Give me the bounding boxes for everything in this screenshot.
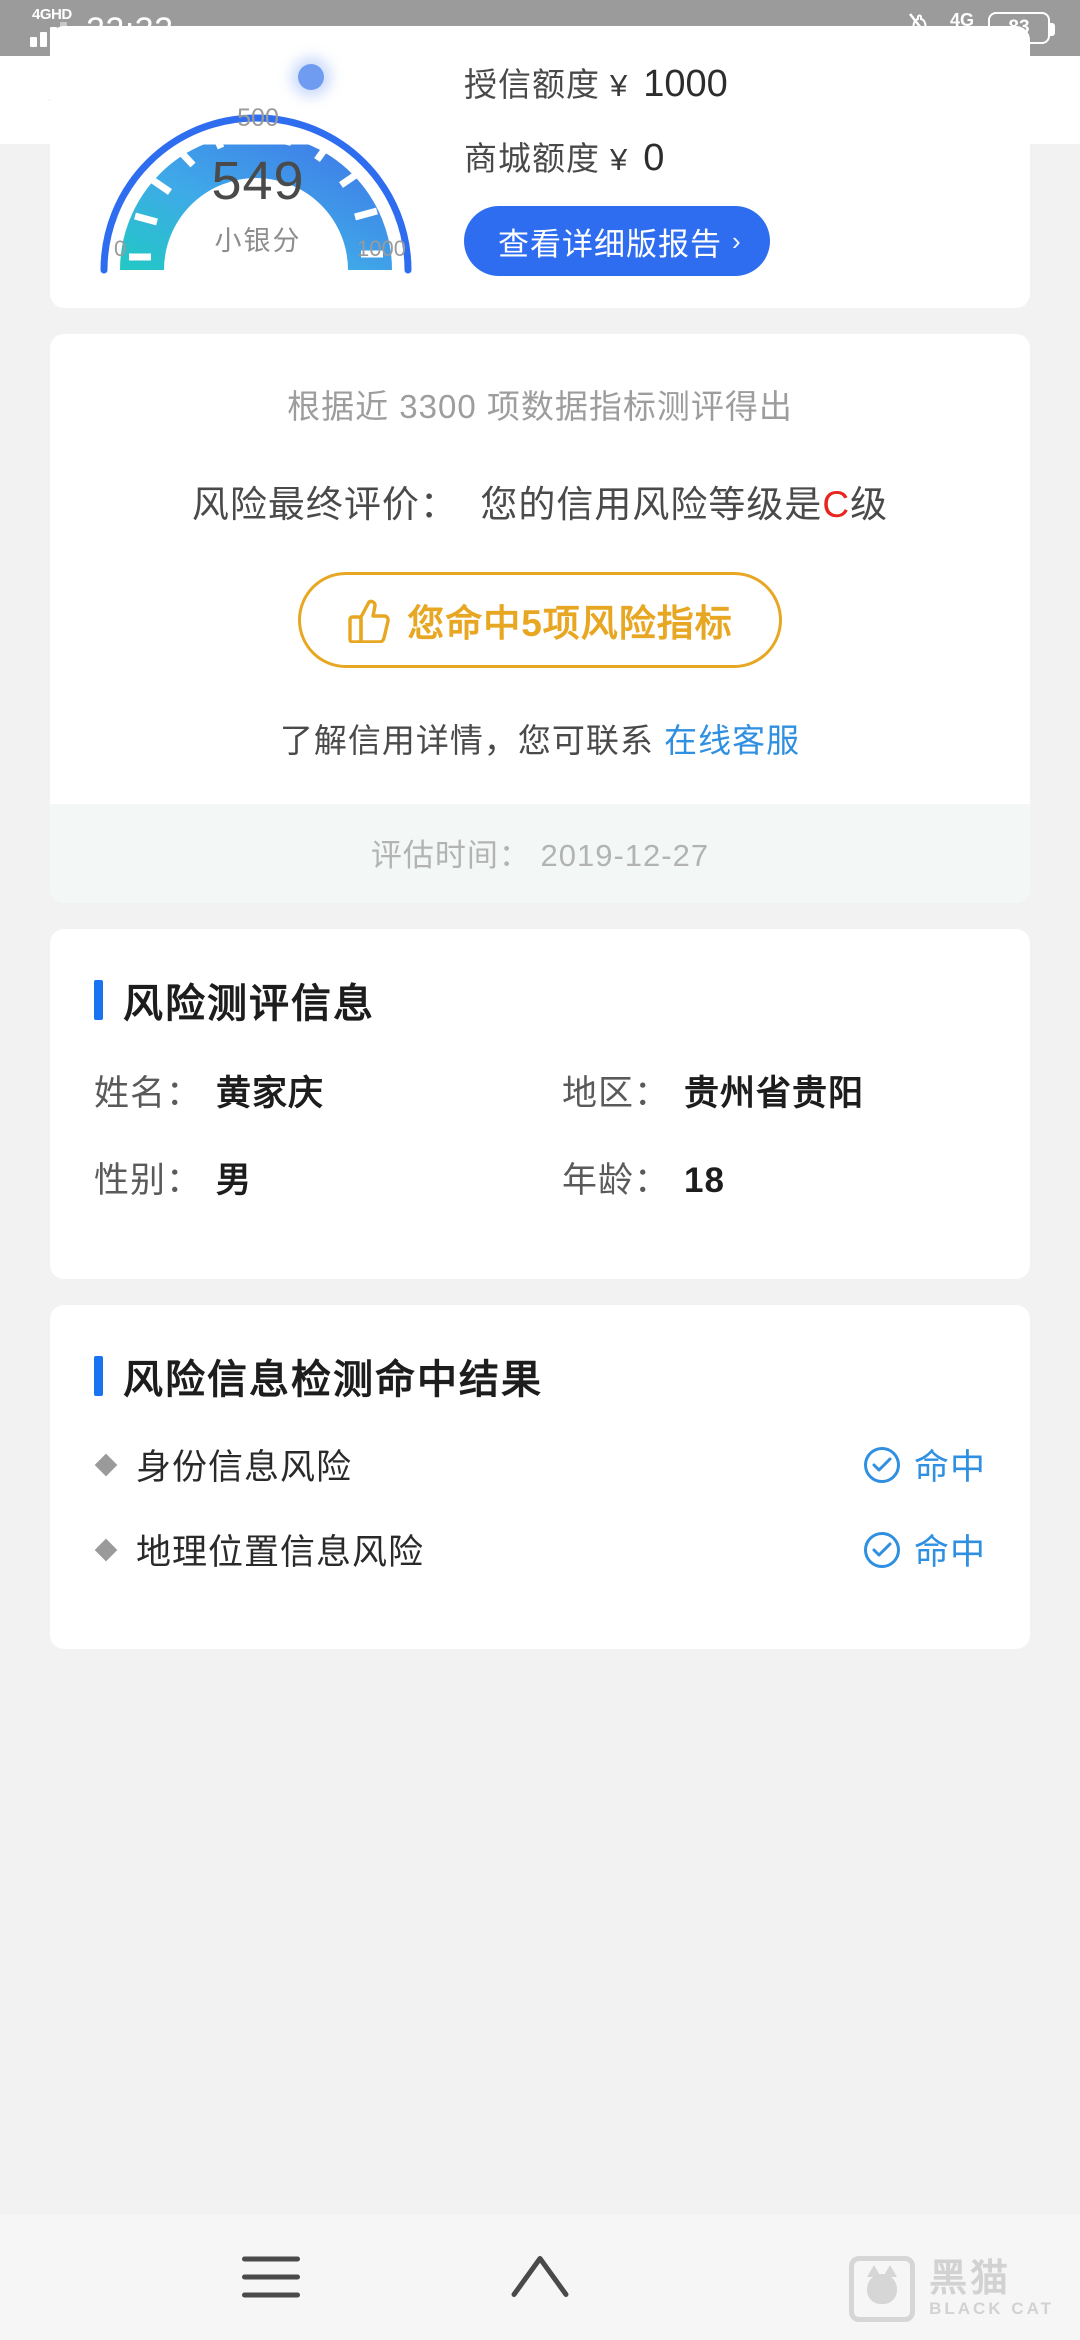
risk-level-badge: C bbox=[822, 484, 851, 525]
credit-score-value: 549 bbox=[211, 151, 305, 211]
info-value: 贵州省贵阳 bbox=[684, 1074, 865, 1113]
hit-item-status-group: 命中 bbox=[863, 1524, 986, 1575]
hit-results-card: 风险信息检测命中结果 身份信息风险 命中 地理位置信息风险 命中 bbox=[50, 1305, 1030, 1649]
hit-item-status: 命中 bbox=[913, 1533, 986, 1572]
info-item-gender: 性别： 男 bbox=[94, 1152, 562, 1203]
info-item-age: 年龄： 18 bbox=[562, 1152, 1030, 1203]
thumbs-up-icon bbox=[347, 597, 391, 643]
home-icon[interactable] bbox=[509, 2251, 571, 2304]
list-item[interactable]: 身份信息风险 命中 bbox=[94, 1439, 986, 1490]
risk-evaluation: 风险最终评价： 您的信用风险等级是C级 bbox=[50, 474, 1030, 528]
hit-item-status: 命中 bbox=[913, 1448, 986, 1487]
risk-indicator-hits-button[interactable]: 您命中5项风险指标 bbox=[298, 572, 782, 668]
scroll-content: 500 549 小银分 0 1000 授信额度 ¥ 1000 商城额度 ¥ 0 … bbox=[0, 0, 1080, 2214]
diamond-bullet-icon bbox=[94, 1453, 118, 1476]
gauge-min-label: 0 bbox=[114, 236, 127, 261]
credit-score-gauge: 500 549 小银分 0 1000 bbox=[58, 42, 458, 292]
hit-item-name: 身份信息风险 bbox=[136, 1448, 353, 1487]
info-key: 地区： bbox=[562, 1074, 671, 1113]
info-key: 性别： bbox=[94, 1161, 203, 1200]
assessment-time-value: 2019-12-27 bbox=[540, 838, 710, 873]
watermark-cn: 黑猫 bbox=[929, 2258, 1012, 2301]
credit-limit-label: 授信额度 bbox=[464, 66, 600, 103]
mall-limit-currency: ¥ bbox=[610, 142, 628, 177]
phone-screen: 4GHD 22:32 4G 83 bbox=[0, 0, 1080, 2340]
diamond-bullet-icon bbox=[94, 1538, 118, 1561]
risk-eval-text: 您的信用风险等级是 bbox=[480, 484, 823, 525]
contact-prefix: 了解信用详情，您可联系 bbox=[279, 722, 654, 759]
assessment-info-header: 风险测评信息 bbox=[50, 971, 1030, 1029]
mall-limit-value: 0 bbox=[643, 137, 665, 179]
assessment-info-title: 风险测评信息 bbox=[123, 982, 375, 1026]
credit-limit-currency: ¥ bbox=[610, 68, 628, 103]
view-detailed-report-button[interactable]: 查看详细版报告 › bbox=[464, 206, 770, 276]
info-value: 黄家庆 bbox=[216, 1074, 325, 1113]
hit-results-header: 风险信息检测命中结果 bbox=[50, 1347, 1030, 1405]
hit-results-title: 风险信息检测命中结果 bbox=[123, 1358, 543, 1402]
watermark-en: BLACK CAT bbox=[929, 2299, 1054, 2319]
risk-subtitle: 根据近 3300 项数据指标测评得出 bbox=[287, 388, 793, 425]
list-item[interactable]: 地理位置信息风险 命中 bbox=[94, 1524, 986, 1575]
risk-indicator-hits-label: 您命中5项风险指标 bbox=[407, 603, 733, 644]
info-value: 18 bbox=[684, 1161, 725, 1200]
view-detailed-report-label: 查看详细版报告 bbox=[498, 226, 722, 262]
risk-eval-prefix: 风险最终评价： bbox=[191, 484, 458, 525]
hit-results-list: 身份信息风险 命中 地理位置信息风险 命中 bbox=[50, 1405, 1030, 1575]
check-circle-icon bbox=[863, 1446, 900, 1483]
online-service-link[interactable]: 在线客服 bbox=[664, 722, 800, 759]
score-card: 500 549 小银分 0 1000 授信额度 ¥ 1000 商城额度 ¥ 0 … bbox=[50, 26, 1030, 308]
risk-eval-suffix: 级 bbox=[850, 484, 889, 525]
section-accent-bar bbox=[94, 980, 103, 1020]
gauge-knob bbox=[298, 64, 324, 90]
assessment-time: 评估时间： 2019-12-27 bbox=[50, 804, 1030, 903]
menu-icon[interactable] bbox=[242, 2256, 300, 2298]
info-value: 男 bbox=[216, 1161, 253, 1200]
gauge-mid-label: 500 bbox=[237, 104, 279, 132]
watermark: 黑猫 BLACK CAT bbox=[849, 2256, 1054, 2322]
android-navigation-bar: 黑猫 BLACK CAT bbox=[0, 2214, 1080, 2340]
mall-limit-row: 商城额度 ¥ 0 bbox=[464, 132, 1030, 180]
watermark-text: 黑猫 BLACK CAT bbox=[929, 2258, 1054, 2319]
mall-limit-label: 商城额度 bbox=[464, 140, 600, 177]
assessment-time-label: 评估时间： bbox=[370, 838, 531, 873]
info-item-name: 姓名： 黄家庆 bbox=[94, 1065, 562, 1116]
hit-item-status-group: 命中 bbox=[863, 1439, 986, 1490]
credit-limit-value: 1000 bbox=[643, 63, 728, 105]
info-item-region: 地区： 贵州省贵阳 bbox=[562, 1065, 1030, 1116]
black-cat-logo-icon bbox=[849, 2256, 916, 2322]
gauge-max-label: 1000 bbox=[357, 236, 406, 261]
assessment-info-grid: 姓名： 黄家庆 地区： 贵州省贵阳 性别： 男 年龄： 18 bbox=[50, 1029, 1030, 1239]
contact-line: 了解信用详情，您可联系 在线客服 bbox=[50, 714, 1030, 762]
credit-limit-row: 授信额度 ¥ 1000 bbox=[464, 58, 1030, 106]
assessment-info-card: 风险测评信息 姓名： 黄家庆 地区： 贵州省贵阳 性别： 男 年龄： 18 bbox=[50, 929, 1030, 1279]
info-key: 姓名： bbox=[94, 1074, 203, 1113]
chevron-right-icon: › bbox=[732, 225, 742, 256]
section-accent-bar bbox=[94, 1356, 103, 1396]
check-circle-icon bbox=[863, 1531, 900, 1568]
risk-summary-card: 根据近 3300 项数据指标测评得出 风险最终评价： 您的信用风险等级是C级 您… bbox=[50, 334, 1030, 903]
credit-amounts: 授信额度 ¥ 1000 商城额度 ¥ 0 查看详细版报告 › bbox=[458, 58, 1030, 276]
info-key: 年龄： bbox=[562, 1161, 671, 1200]
hit-item-name: 地理位置信息风险 bbox=[136, 1533, 425, 1572]
